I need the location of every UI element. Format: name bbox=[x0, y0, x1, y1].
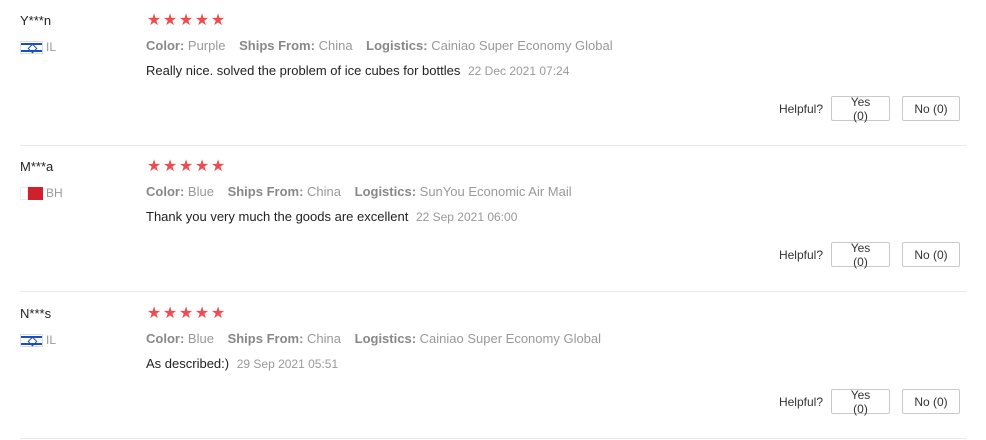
reviewer-country: IL bbox=[20, 40, 56, 54]
review-text: Really nice. solved the problem of ice c… bbox=[146, 63, 569, 78]
review-item: M***a BH ★ ★ ★ ★ ★ Color: Blue Ships Fro… bbox=[0, 146, 986, 292]
review-text: As described:) 29 Sep 2021 05:51 bbox=[146, 356, 338, 371]
star-icon: ★ bbox=[210, 305, 226, 322]
helpful-vote: Helpful? Yes (0) No (0) bbox=[778, 388, 960, 416]
country-code: BH bbox=[46, 186, 63, 200]
review-text: Thank you very much the goods are excell… bbox=[146, 209, 517, 224]
review-content: Thank you very much the goods are excell… bbox=[146, 209, 409, 224]
ships-from-value: China bbox=[307, 184, 341, 199]
star-icon: ★ bbox=[210, 12, 226, 29]
divider bbox=[20, 438, 966, 439]
star-icon: ★ bbox=[194, 305, 210, 322]
star-icon: ★ bbox=[210, 158, 226, 175]
star-icon: ★ bbox=[178, 305, 194, 322]
helpful-label: Helpful? bbox=[778, 101, 823, 116]
helpful-label: Helpful? bbox=[778, 394, 823, 409]
reviewer-country: BH bbox=[20, 186, 63, 200]
country-code: IL bbox=[46, 333, 57, 347]
review-content: As described:) bbox=[146, 356, 230, 371]
star-icon: ★ bbox=[162, 12, 178, 29]
country-code: IL bbox=[46, 40, 57, 54]
reviewer-country: IL bbox=[20, 333, 56, 347]
star-icon: ★ bbox=[178, 12, 194, 29]
logistics-label: Logistics: bbox=[354, 184, 417, 199]
ships-from-label: Ships From: bbox=[227, 331, 304, 346]
star-icon: ★ bbox=[146, 12, 162, 29]
color-label: Color: bbox=[146, 184, 185, 199]
helpful-no-button[interactable]: No (0) bbox=[902, 96, 960, 121]
helpful-yes-button[interactable]: Yes (0) bbox=[831, 388, 890, 416]
color-label: Color: bbox=[146, 331, 185, 346]
divider bbox=[20, 291, 966, 292]
order-info: Color: Blue Ships From: China Logistics:… bbox=[146, 184, 582, 199]
reviewer-name: M***a bbox=[20, 159, 54, 174]
logistics-value: Cainiao Super Economy Global bbox=[419, 331, 602, 346]
ships-from-value: China bbox=[318, 38, 353, 53]
logistics-label: Logistics: bbox=[366, 38, 428, 53]
star-rating: ★ ★ ★ ★ ★ bbox=[146, 158, 226, 176]
bahrain-flag-icon bbox=[20, 186, 43, 200]
reviewer-name: N***s bbox=[20, 306, 52, 321]
star-icon: ★ bbox=[194, 158, 210, 175]
helpful-label: Helpful? bbox=[778, 247, 823, 262]
star-icon: ★ bbox=[162, 305, 178, 322]
helpful-no-button[interactable]: No (0) bbox=[902, 389, 960, 414]
helpful-vote: Helpful? Yes (0) No (0) bbox=[778, 95, 960, 123]
color-label: Color: bbox=[146, 38, 185, 53]
review-date: 22 Sep 2021 06:00 bbox=[415, 210, 518, 224]
star-icon: ★ bbox=[162, 158, 178, 175]
helpful-no-button[interactable]: No (0) bbox=[902, 242, 960, 267]
star-rating: ★ ★ ★ ★ ★ bbox=[146, 305, 226, 323]
color-value: Purple bbox=[187, 38, 226, 53]
review-date: 22 Dec 2021 07:24 bbox=[467, 64, 570, 78]
star-icon: ★ bbox=[146, 158, 162, 175]
color-value: Blue bbox=[187, 331, 214, 346]
logistics-value: Cainiao Super Economy Global bbox=[431, 38, 613, 53]
star-icon: ★ bbox=[194, 12, 210, 29]
star-rating: ★ ★ ★ ★ ★ bbox=[146, 12, 226, 30]
color-value: Blue bbox=[187, 184, 214, 199]
reviewer-name: Y***n bbox=[20, 13, 52, 28]
logistics-label: Logistics: bbox=[354, 331, 417, 346]
helpful-yes-button[interactable]: Yes (0) bbox=[831, 241, 890, 269]
review-date: 29 Sep 2021 05:51 bbox=[236, 357, 339, 371]
ships-from-value: China bbox=[307, 331, 341, 346]
order-info: Color: Blue Ships From: China Logistics:… bbox=[146, 331, 611, 346]
helpful-vote: Helpful? Yes (0) No (0) bbox=[778, 241, 960, 269]
logistics-value: SunYou Economic Air Mail bbox=[419, 184, 572, 199]
ships-from-label: Ships From: bbox=[239, 38, 315, 53]
star-icon: ★ bbox=[178, 158, 194, 175]
star-icon: ★ bbox=[146, 305, 162, 322]
israel-flag-icon bbox=[20, 40, 43, 54]
review-item: Y***n IL ★ ★ ★ ★ ★ Color: Purple Ships F… bbox=[0, 0, 986, 146]
helpful-yes-button[interactable]: Yes (0) bbox=[831, 95, 890, 123]
ships-from-label: Ships From: bbox=[227, 184, 304, 199]
order-info: Color: Purple Ships From: China Logistic… bbox=[146, 38, 623, 53]
israel-flag-icon bbox=[20, 333, 43, 347]
review-item: N***s IL ★ ★ ★ ★ ★ Color: Blue Ships Fro… bbox=[0, 293, 986, 439]
review-content: Really nice. solved the problem of ice c… bbox=[146, 63, 461, 78]
